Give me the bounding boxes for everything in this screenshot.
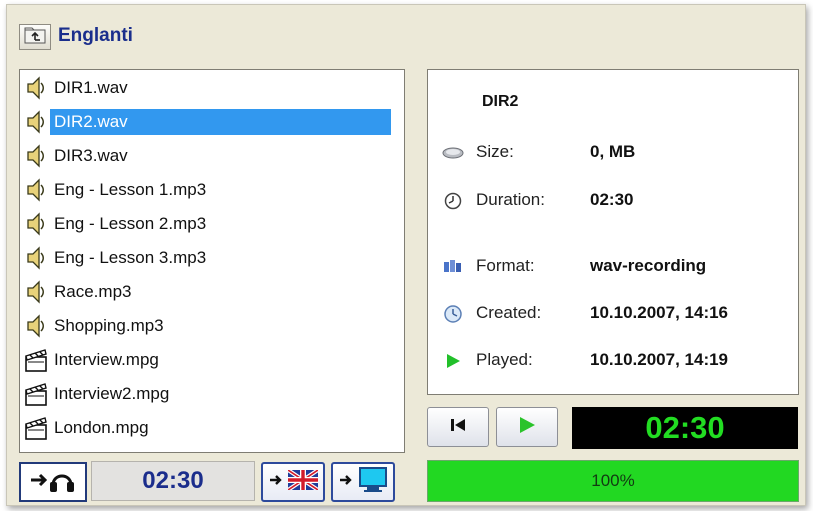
screen-output-button[interactable] — [331, 462, 395, 502]
file-name: Interview2.mpg — [54, 384, 170, 403]
played-value: 10.10.2007, 14:19 — [590, 350, 729, 369]
file-list-item[interactable]: DIR2.wav — [20, 107, 404, 137]
arrow-right-icon — [339, 473, 355, 492]
duration-label: Duration: — [476, 190, 545, 209]
play-icon — [517, 415, 537, 440]
listen-mode-button[interactable] — [19, 462, 87, 502]
folder-up-icon — [24, 26, 46, 49]
playback-time-display: 02:30 — [572, 407, 798, 449]
skip-to-start-icon — [448, 417, 468, 438]
progress-bar: 100% — [427, 460, 799, 502]
arrow-right-icon — [269, 473, 285, 492]
file-list-item[interactable]: Eng - Lesson 3.mp3 — [20, 243, 404, 273]
play-button[interactable] — [496, 407, 558, 447]
file-list-item[interactable]: Race.mp3 — [20, 277, 404, 307]
file-list-item[interactable]: Shopping.mp3 — [20, 311, 404, 341]
file-list-item[interactable]: DIR1.wav — [20, 73, 404, 103]
format-icon — [442, 257, 464, 277]
elapsed-time-display: 02:30 — [91, 461, 255, 501]
file-name: Interview.mpg — [54, 350, 159, 369]
app-window: Englanti DIR1.wav DIR2.wav DIR3.wav Eng - L… — [6, 4, 806, 506]
file-name: Eng - Lesson 2.mp3 — [54, 214, 207, 233]
file-list-item[interactable]: Eng - Lesson 2.mp3 — [20, 209, 404, 239]
speaker-icon — [24, 108, 48, 136]
speaker-icon — [24, 312, 48, 340]
selected-file-name: DIR2 — [482, 93, 519, 110]
speaker-icon — [24, 176, 48, 204]
file-list-item[interactable]: Eng - Lesson 1.mp3 — [20, 175, 404, 205]
rewind-button[interactable] — [427, 407, 489, 447]
file-info-panel: DIR2 Size: 0, MB Duration: 02:30 Format:… — [427, 69, 799, 395]
headphones-icon — [27, 465, 79, 500]
speaker-icon — [24, 142, 48, 170]
file-name: DIR3.wav — [54, 146, 128, 165]
played-label: Played: — [476, 350, 533, 369]
folder-up-button[interactable] — [19, 24, 51, 50]
info-row-size: Size: 0, MB — [428, 140, 798, 166]
created-label: Created: — [476, 303, 542, 322]
file-list-item[interactable]: Interview2.mpg — [20, 379, 404, 409]
format-label: Format: — [476, 256, 535, 275]
file-list[interactable]: DIR1.wav DIR2.wav DIR3.wav Eng - Lesson 1.m… — [19, 69, 405, 453]
folder-title: Englanti — [58, 25, 133, 46]
file-name: Eng - Lesson 3.mp3 — [54, 248, 207, 267]
translate-button[interactable] — [261, 462, 325, 502]
info-row-duration: Duration: 02:30 — [428, 188, 798, 214]
created-icon — [442, 304, 464, 324]
speaker-icon — [24, 244, 48, 272]
format-value: wav-recording — [590, 256, 707, 275]
file-name: Shopping.mp3 — [54, 316, 164, 335]
file-list-item[interactable]: DIR3.wav — [20, 141, 404, 171]
progress-label: 100% — [591, 471, 635, 490]
size-value: 0, MB — [590, 142, 636, 161]
monitor-icon — [358, 466, 388, 498]
file-list-item[interactable]: Interview.mpg — [20, 345, 404, 375]
file-name: DIR1.wav — [54, 78, 128, 97]
info-row-format: Format: wav-recording — [428, 254, 798, 280]
duration-value: 02:30 — [590, 190, 634, 209]
file-name: Eng - Lesson 1.mp3 — [54, 180, 207, 199]
file-name: London.mpg — [54, 418, 149, 437]
speaker-icon — [24, 74, 48, 102]
file-list-item[interactable]: London.mpg — [20, 413, 404, 443]
file-name: DIR2.wav — [50, 109, 391, 135]
clapperboard-icon — [24, 346, 48, 374]
uk-flag-icon — [286, 467, 319, 495]
play-triangle-icon — [442, 351, 464, 371]
file-name: Race.mp3 — [54, 282, 132, 301]
speaker-icon — [24, 210, 48, 238]
disk-icon — [442, 143, 464, 163]
created-value: 10.10.2007, 14:16 — [590, 303, 729, 322]
speaker-icon — [24, 278, 48, 306]
clapperboard-icon — [24, 414, 48, 442]
info-row-played: Played: 10.10.2007, 14:19 — [428, 348, 798, 374]
info-row-created: Created: 10.10.2007, 14:16 — [428, 301, 798, 327]
clock-icon — [442, 191, 464, 211]
clapperboard-icon — [24, 380, 48, 408]
size-label: Size: — [476, 142, 514, 161]
